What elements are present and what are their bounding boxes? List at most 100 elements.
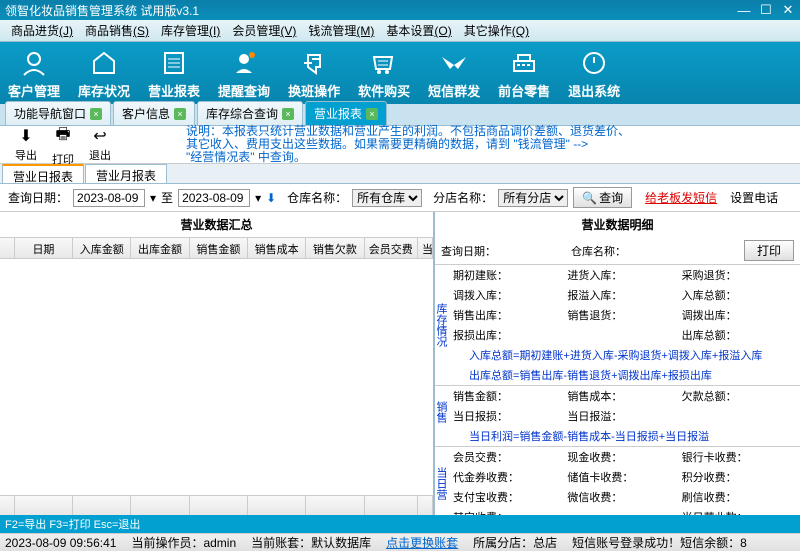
table-footer-cell (15, 496, 73, 515)
status-sms: 短信账号登录成功！短信余额：8 (572, 534, 747, 551)
refresh-icon[interactable]: ⬇ (266, 191, 276, 205)
detail-row: 期初建账：进货入库：采购退货： (449, 265, 800, 285)
status-db: 当前账套：默认数据库 (251, 534, 371, 551)
table-header-cell: 出库金额 (131, 238, 189, 258)
dropdown-icon[interactable]: ▾ (150, 191, 156, 205)
detail-pane: 营业数据明细 查询日期： 仓库名称： 打印 库存情况 期初建账：进货入库：采购退… (435, 212, 800, 515)
detail-field: 进货入库： (567, 267, 681, 283)
detail-field: 会员交费： (453, 449, 567, 465)
search-icon: 🔍 (582, 191, 597, 205)
minimize-button[interactable]: — (737, 3, 751, 17)
menu-item[interactable]: 会员管理(V) (226, 20, 302, 41)
detail-field (682, 408, 796, 424)
action-bar: ⬇导出 🖶打印 ↩退出 说明：本报表只统计营业数据和营业产生的利润。不包括商品调… (0, 126, 800, 164)
summary-table-body (0, 259, 433, 495)
detail-row: 调拨入库：报溢入库：入库总额： (449, 285, 800, 305)
toolbar-icon (438, 47, 470, 79)
summary-pane: 营业数据汇总 日期入库金额出库金额销售金额销售成本销售欠款会员交费当 (0, 212, 435, 515)
sub-tab[interactable]: 营业日报表 (2, 164, 84, 183)
date-to-input[interactable] (178, 189, 250, 207)
tab-bar: 功能导航窗口×客户信息×库存综合查询×营业报表× (0, 104, 800, 126)
send-sms-link[interactable]: 给老板发短信 (645, 189, 717, 206)
detail-field: 当日营业款： (682, 509, 796, 515)
formula-in: 入库总额=期初建账+进货入库-采购退货+调拨入库+报溢入库 (449, 345, 800, 365)
detail-row: 销售金额：销售成本：欠款总额： (449, 386, 800, 406)
tab-close-icon[interactable]: × (282, 108, 294, 120)
menubar: 商品进货(J)商品销售(S)库存管理(I)会员管理(V)钱流管理(M)基本设置(… (0, 20, 800, 42)
detail-row: 支付宝收费：微信收费：刷信收费： (449, 487, 800, 507)
shortcut-bar: F2=导出 F3=打印 Esc=退出 (0, 515, 800, 533)
menu-item[interactable]: 其它操作(Q) (458, 20, 535, 41)
close-button[interactable]: ✕ (781, 3, 795, 17)
menu-item[interactable]: 基本设置(O) (380, 20, 457, 41)
detail-field: 调拨出库： (682, 307, 796, 323)
table-footer-cell (365, 496, 418, 515)
store-select[interactable]: 所有分店 (498, 189, 568, 207)
export-button[interactable]: ⬇导出 (15, 126, 37, 163)
detail-field: 欠款总额： (682, 388, 796, 404)
toolbar-button[interactable]: 退出系统 (568, 47, 620, 100)
detail-row: 其它收费：当日营业款： (449, 507, 800, 515)
tab[interactable]: 营业报表× (305, 101, 387, 125)
toolbar-icon (368, 47, 400, 79)
tab[interactable]: 功能导航窗口× (5, 101, 111, 125)
toolbar-button[interactable]: 库存状况 (78, 47, 130, 100)
summary-title: 营业数据汇总 (0, 212, 433, 237)
filter-bar: 查询日期： ▾ 至 ▾ ⬇ 仓库名称： 所有仓库 分店名称： 所有分店 🔍查询 … (0, 184, 800, 212)
detail-field: 销售退货： (567, 307, 681, 323)
summary-table-footer (0, 495, 433, 515)
toolbar-button[interactable]: 营业报表 (148, 47, 200, 100)
window-title: 领智化妆品销售管理系统 试用版v3.1 (5, 2, 737, 19)
tab[interactable]: 库存综合查询× (197, 101, 303, 125)
query-date-label: 查询日期： (441, 243, 501, 259)
toolbar-button[interactable]: 软件购买 (358, 47, 410, 100)
table-footer-cell (306, 496, 364, 515)
table-footer-cell (0, 496, 15, 515)
sub-tab[interactable]: 营业月报表 (85, 164, 167, 183)
date-from-input[interactable] (73, 189, 145, 207)
detail-field: 销售成本： (567, 388, 681, 404)
toolbar-icon (228, 47, 260, 79)
table-footer-cell (190, 496, 248, 515)
detail-field: 微信收费： (567, 489, 681, 505)
revenue-section: 当日营业款 会员交费：现金收费：银行卡收费：代金券收费：储值卡收费：积分收费：支… (435, 447, 800, 515)
formula-out: 出库总额=销售出库-销售退货+调拨出库+报损出库 (449, 365, 800, 385)
detail-field: 刷信收费： (682, 489, 796, 505)
toolbar-button[interactable]: 前台零售 (498, 47, 550, 100)
sales-section: 销售及利润 销售金额：销售成本：欠款总额：当日报损：当日报溢： 当日利润=销售金… (435, 386, 800, 447)
dropdown-icon[interactable]: ▾ (255, 191, 261, 205)
toolbar-button[interactable]: 客户管理 (8, 47, 60, 100)
table-footer-cell (418, 496, 433, 515)
menu-item[interactable]: 库存管理(I) (155, 20, 226, 41)
tab-close-icon[interactable]: × (174, 108, 186, 120)
detail-row: 会员交费：现金收费：银行卡收费： (449, 447, 800, 467)
detail-field: 支付宝收费： (453, 489, 567, 505)
toolbar-button[interactable]: 提醒查询 (218, 47, 270, 100)
menu-item[interactable]: 钱流管理(M) (302, 20, 380, 41)
maximize-button[interactable]: ☐ (759, 3, 773, 17)
table-header-cell (0, 238, 15, 258)
detail-field (567, 509, 681, 515)
detail-field: 报损出库： (453, 327, 567, 343)
table-footer-cell (131, 496, 189, 515)
detail-field: 调拨入库： (453, 287, 567, 303)
menu-item[interactable]: 商品销售(S) (79, 20, 155, 41)
print-button[interactable]: 🖶打印 (52, 123, 74, 167)
toolbar-button[interactable]: 换班操作 (288, 47, 340, 100)
warehouse-select[interactable]: 所有仓库 (352, 189, 422, 207)
tab-close-icon[interactable]: × (90, 108, 102, 120)
table-header-cell: 销售欠款 (306, 238, 364, 258)
date-label: 查询日期： (8, 189, 68, 206)
tab[interactable]: 客户信息× (113, 101, 195, 125)
query-button[interactable]: 🔍查询 (573, 187, 632, 208)
detail-field: 出库总额： (682, 327, 796, 343)
detail-row: 销售出库：销售退货：调拨出库： (449, 305, 800, 325)
detail-field: 代金券收费： (453, 469, 567, 485)
menu-item[interactable]: 商品进货(J) (5, 20, 79, 41)
switch-db-link[interactable]: 点击更换账套 (386, 534, 458, 551)
set-phone-link[interactable]: 设置电话 (730, 189, 778, 206)
detail-print-button[interactable]: 打印 (744, 240, 794, 261)
exit-button[interactable]: ↩退出 (89, 126, 111, 163)
tab-close-icon[interactable]: × (366, 108, 378, 120)
toolbar-button[interactable]: 短信群发 (428, 47, 480, 100)
